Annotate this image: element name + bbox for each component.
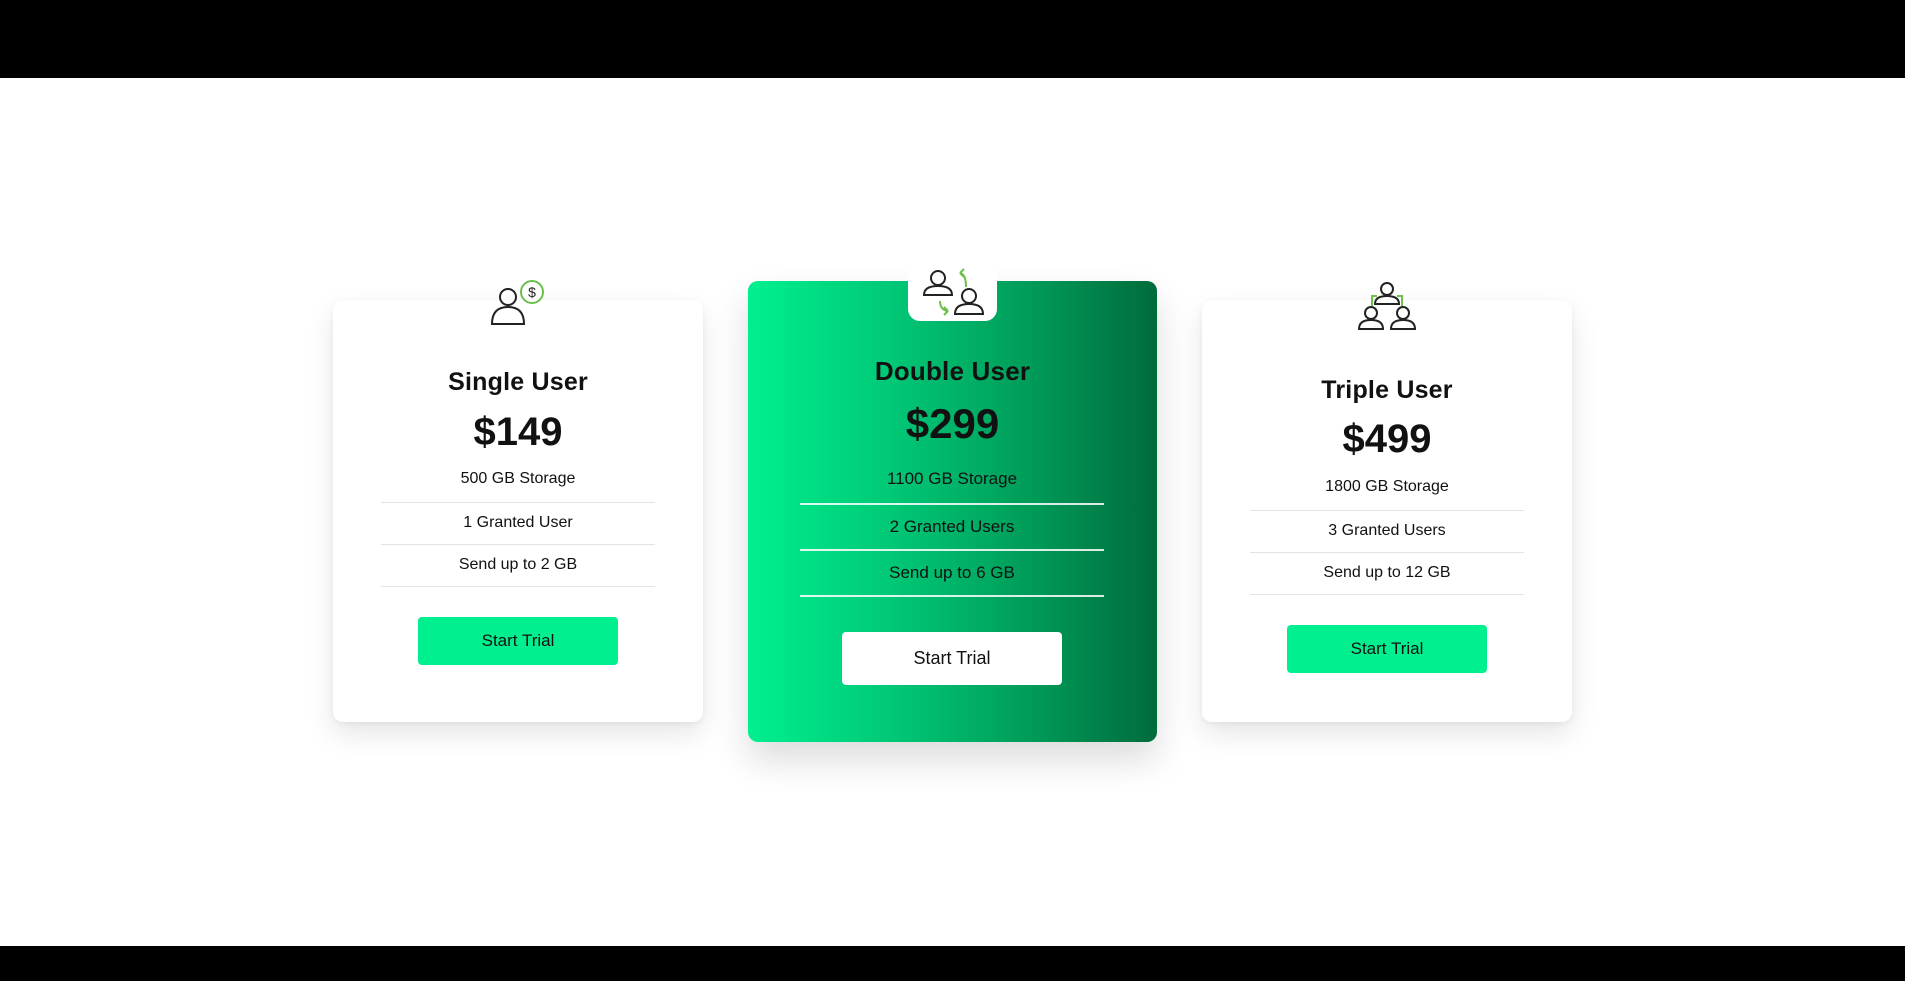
bottom-black-bar [0,946,1905,981]
icon-tab [908,261,997,321]
start-trial-button[interactable]: Start Trial [842,632,1062,685]
plan-name: Double User [874,356,1031,386]
plan-name: Triple User [1321,376,1453,404]
feature-item: Send up to 2 GB [381,545,655,587]
feature-list: 500 GB Storage 1 Granted User Send up to… [381,461,655,587]
plan-price: $499 [1342,417,1432,461]
feature-item: 3 Granted Users [1250,511,1524,553]
user-dollar-icon: $ [333,280,703,328]
start-trial-button[interactable]: Start Trial [418,617,618,665]
users-group-icon [1202,280,1572,332]
plan-name: Single User [448,368,588,396]
users-exchange-icon [922,268,984,316]
feature-item: Send up to 6 GB [800,551,1104,597]
feature-item: Send up to 12 GB [1250,553,1524,595]
feature-list: 1100 GB Storage 2 Granted Users Send up … [800,459,1104,597]
feature-item: 1100 GB Storage [800,459,1104,505]
feature-list: 1800 GB Storage 3 Granted Users Send up … [1250,469,1524,595]
pricing-card-triple: Triple User $499 1800 GB Storage 3 Grant… [1202,282,1572,722]
feature-item: 1800 GB Storage [1250,469,1524,511]
feature-item: 1 Granted User [381,503,655,545]
plan-price: $149 [473,410,563,454]
feature-item: 500 GB Storage [381,461,655,503]
start-trial-button[interactable]: Start Trial [1287,625,1487,673]
svg-text:$: $ [528,284,536,300]
pricing-card-double: Double User $299 1100 GB Storage 2 Grant… [748,261,1157,742]
top-black-bar [0,0,1905,78]
pricing-card-single: $ Single User $149 500 GB Storage 1 Gran… [333,280,703,722]
feature-item: 2 Granted Users [800,505,1104,551]
plan-price: $299 [905,400,1000,447]
